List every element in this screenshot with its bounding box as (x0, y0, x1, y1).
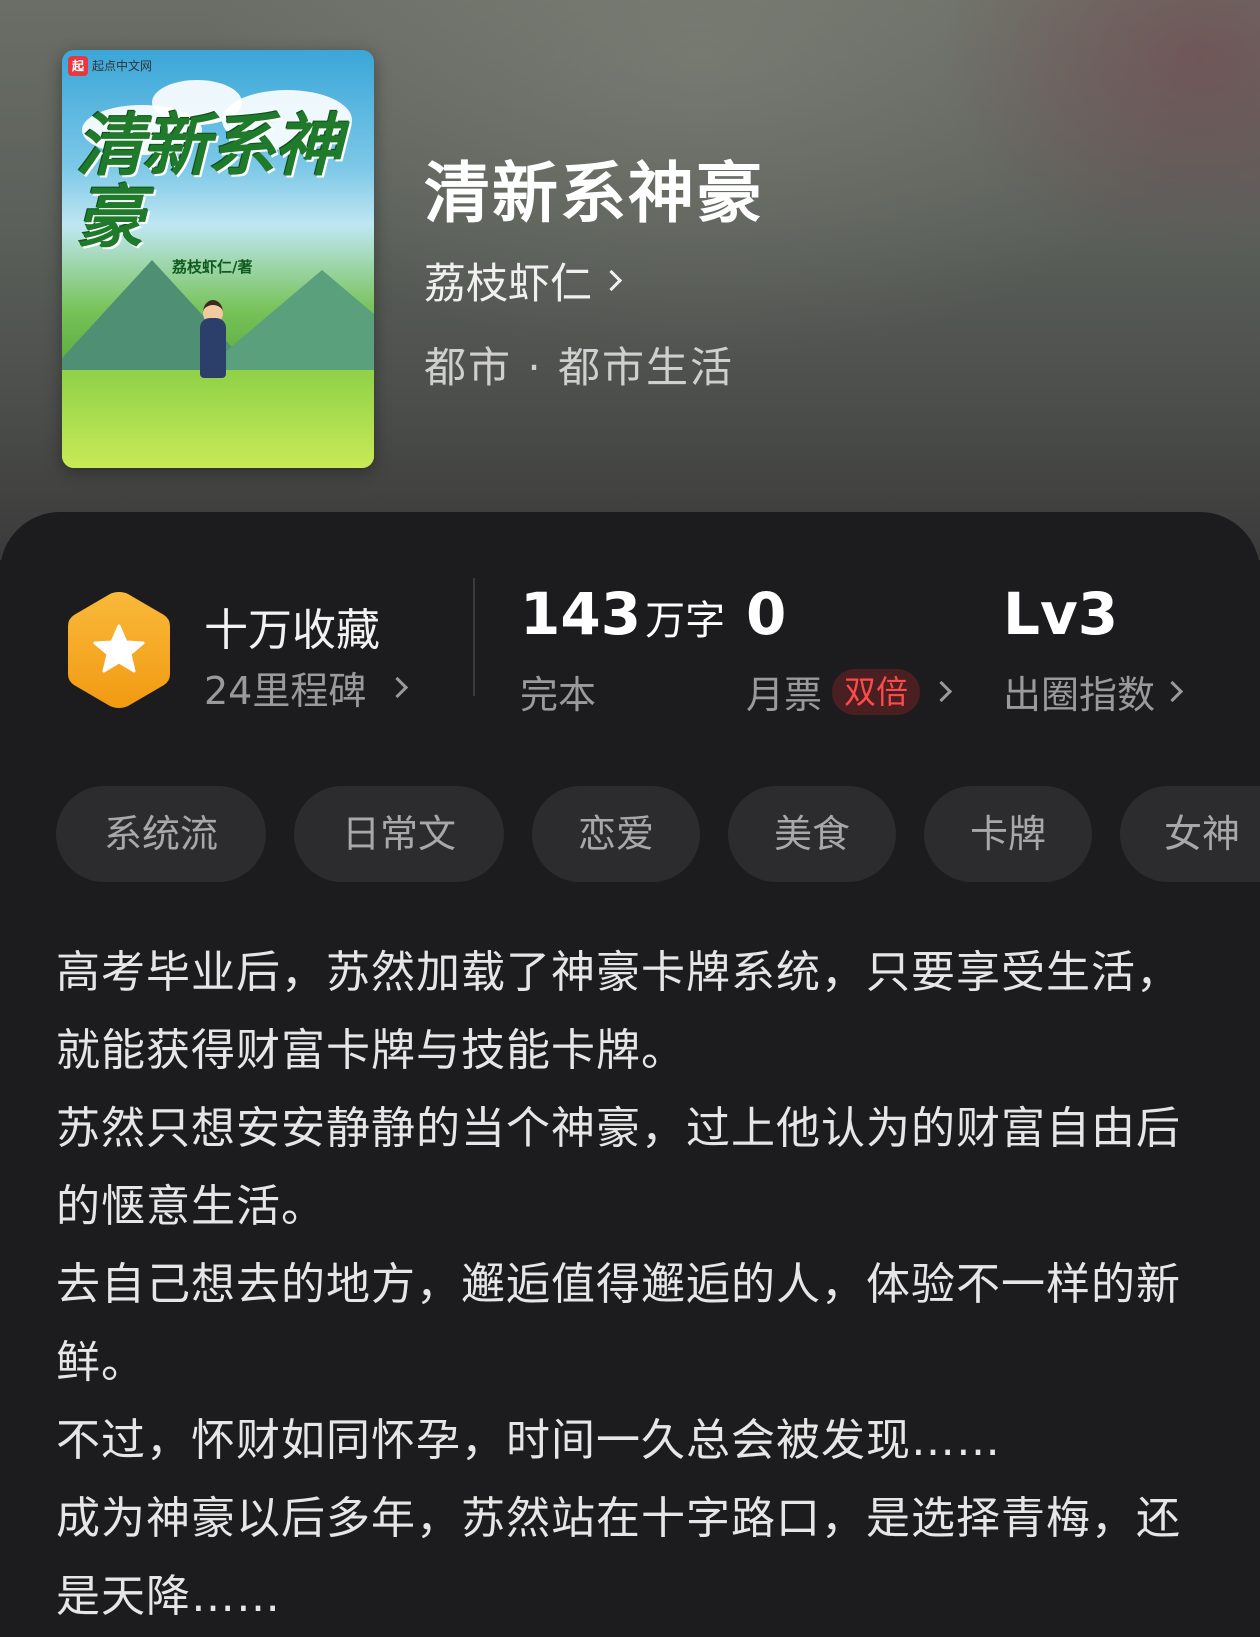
completion-status: 完本 (520, 673, 597, 717)
tag-chip[interactable]: 系统流 (56, 786, 266, 882)
description-paragraph: 去自己想去的地方，邂逅值得邂逅的人，体验不一样的新鲜。 (56, 1259, 1181, 1388)
chevron-right-icon (387, 676, 409, 699)
monthly-ticket-link[interactable]: 月票 双倍 (746, 664, 953, 719)
word-count: 143 万字 (520, 580, 725, 648)
cover-title-art: 清新系神豪 (76, 106, 342, 258)
cover-meadow (62, 370, 374, 468)
tag-chip[interactable]: 美食 (728, 786, 896, 882)
cover-publisher: 起点中文网 (92, 59, 153, 73)
book-title: 清新系神豪 (424, 154, 764, 232)
tag-list: 系统流 日常文 恋爱 美食 卡牌 女神 (56, 786, 1260, 882)
book-cover[interactable]: 起 起点中文网 清新系神豪 荔枝虾仁/著 (62, 50, 374, 468)
book-description[interactable]: 高考毕业后，苏然加载了神豪卡牌系统，只要享受生活，就能获得财富卡牌与技能卡牌。 … (56, 934, 1206, 1636)
stats-divider (473, 578, 475, 696)
cover-character (200, 318, 226, 378)
publisher-logo-icon: 起 (68, 56, 88, 76)
tag-chip[interactable]: 恋爱 (532, 786, 700, 882)
monthly-ticket-count: 0 (746, 580, 787, 648)
double-badge: 双倍 (832, 668, 921, 715)
milestone-link[interactable]: 24里程碑 (204, 660, 409, 715)
influence-index-link[interactable]: 出圈指数 (1003, 664, 1184, 719)
monthly-ticket-label: 月票 (746, 673, 823, 717)
cover-author-art: 荔枝虾仁/著 (172, 258, 253, 276)
tag-chip[interactable]: 女神 (1120, 786, 1260, 882)
description-paragraph: 不过，怀财如同怀孕，时间一久总会被发现…… (56, 1415, 1001, 1466)
influence-index-label: 出圈指数 (1003, 673, 1156, 717)
influence-level: Lv3 (1003, 580, 1119, 648)
author-link[interactable]: 荔枝虾仁 (424, 250, 623, 311)
milestone-label: 24里程碑 (204, 669, 367, 713)
chevron-right-icon (600, 269, 623, 292)
chevron-right-icon (930, 680, 953, 703)
description-paragraph: 成为神豪以后多年，苏然站在十字路口，是选择青梅，还是天降…… (56, 1493, 1181, 1622)
chevron-right-icon (1161, 680, 1184, 703)
tag-chip[interactable]: 日常文 (294, 786, 504, 882)
book-genre: 都市 · 都市生活 (424, 343, 735, 392)
collection-badge-icon[interactable] (64, 588, 174, 712)
description-paragraph: 苏然只想安安静静的当个神豪，过上他认为的财富自由后的惬意生活。 (56, 1103, 1181, 1232)
word-count-unit: 万字 (645, 598, 726, 644)
tag-chip[interactable]: 卡牌 (924, 786, 1092, 882)
word-count-value: 143 (520, 580, 642, 648)
author-name: 荔枝虾仁 (424, 259, 593, 308)
collection-count: 十万收藏 (204, 605, 380, 656)
description-paragraph: 高考毕业后，苏然加载了神豪卡牌系统，只要享受生活，就能获得财富卡牌与技能卡牌。 (56, 947, 1181, 1076)
